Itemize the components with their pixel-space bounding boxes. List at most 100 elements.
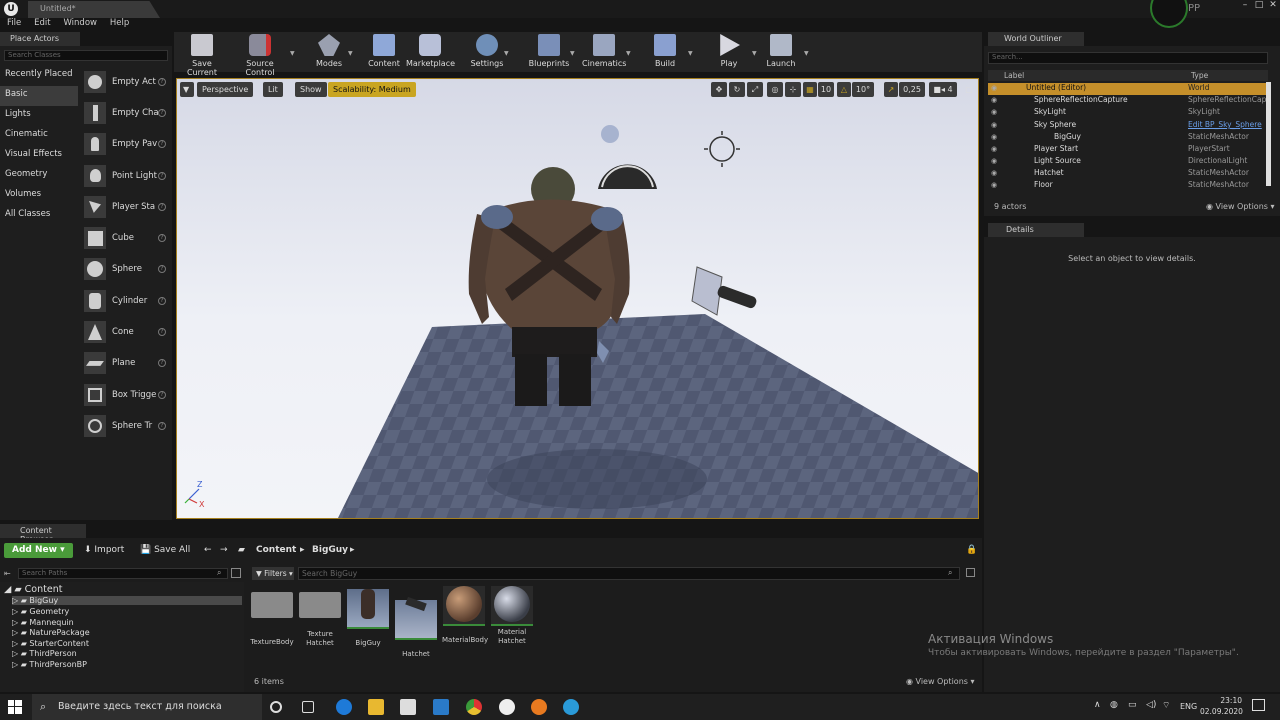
chevron-down-icon[interactable]: ▼ [804, 50, 809, 57]
menu-file[interactable]: File [7, 18, 21, 28]
help-icon[interactable]: ? [158, 171, 166, 180]
minimize-icon[interactable]: – [1238, 0, 1252, 10]
help-icon[interactable]: ? [158, 421, 166, 430]
rotation-snap-value[interactable]: 10° [852, 82, 874, 97]
show-button[interactable]: Show [295, 82, 327, 97]
actor-item[interactable]: Point Light? [80, 160, 172, 191]
tray-chevron-icon[interactable]: ∧ [1094, 700, 1101, 710]
modes-button[interactable]: Modes [310, 34, 348, 68]
eye-icon[interactable]: ◉ [991, 96, 997, 104]
outliner-row[interactable]: ◉ SphereReflectionCapture SphereReflection… [988, 95, 1266, 107]
play-button[interactable]: Play [712, 34, 746, 68]
search-paths-input[interactable]: Search Paths [18, 568, 228, 579]
build-button[interactable]: Build [648, 34, 682, 68]
close-icon[interactable]: ✕ [1266, 0, 1280, 10]
menu-help[interactable]: Help [110, 18, 129, 28]
col-type[interactable]: Type [1191, 71, 1208, 80]
grid-size[interactable]: 10 [818, 82, 834, 97]
tree-item[interactable]: ▷ ▰ ThirdPersonBP [12, 660, 87, 669]
import-button[interactable]: ⬇ Import [84, 545, 124, 555]
category-lights[interactable]: Lights [0, 106, 78, 126]
scale-snap-value[interactable]: 0,25 [899, 82, 925, 97]
help-icon[interactable]: ? [158, 77, 166, 86]
category-basic[interactable]: Basic [0, 86, 78, 106]
asset-tile[interactable]: Hatchet [394, 584, 438, 659]
rotate-icon[interactable]: ↻ [729, 82, 745, 97]
category-all-classes[interactable]: All Classes [0, 206, 78, 226]
chevron-down-icon[interactable]: ▼ [752, 50, 757, 57]
col-label[interactable]: Label [1004, 71, 1024, 80]
category-visual-effects[interactable]: Visual Effects [0, 146, 78, 166]
tree-item[interactable]: ▷ ▰ Mannequin [12, 618, 74, 627]
scale-icon[interactable]: ⤢ [747, 82, 763, 97]
clock[interactable]: 23:10 02.09.2020 [1200, 695, 1243, 717]
category-cinematic[interactable]: Cinematic [0, 126, 78, 146]
tree-item[interactable]: ▷ ▰ StarterContent [12, 639, 89, 648]
tree-root-content[interactable]: ◢ ▰ Content [4, 584, 62, 595]
category-geometry[interactable]: Geometry [0, 166, 78, 186]
task-view-icon[interactable] [302, 701, 314, 713]
translate-icon[interactable]: ✥ [711, 82, 727, 97]
content-browser-tab[interactable]: Content Browser [0, 524, 86, 544]
settings-button[interactable]: Settings [468, 34, 506, 68]
outliner-row[interactable]: ◉ Player Start PlayerStart [988, 144, 1266, 156]
edit-blueprint-link[interactable]: Edit BP_Sky_Sphere [1188, 120, 1262, 129]
back-arrow-icon[interactable]: ← [204, 545, 212, 555]
content-button[interactable]: Content [366, 34, 402, 68]
taskbar-search-input[interactable]: Введите здесь текст для поиска [32, 694, 262, 720]
chevron-down-icon[interactable]: ▼ [688, 50, 693, 57]
eye-icon[interactable]: ◉ [991, 145, 997, 153]
help-icon[interactable]: ? [158, 328, 166, 337]
asset-tile[interactable]: MaterialBody [442, 584, 488, 645]
windows-start-icon[interactable] [8, 700, 22, 714]
help-icon[interactable]: ? [158, 202, 166, 211]
asset-tile[interactable]: BigGuy [346, 584, 390, 648]
menu-edit[interactable]: Edit [34, 18, 50, 28]
actor-item[interactable]: Cylinder? [80, 285, 172, 316]
cortana-icon[interactable] [270, 701, 282, 713]
breadcrumb-bigguy[interactable]: BigGuy [312, 545, 348, 555]
edge-icon[interactable] [336, 699, 352, 715]
cinematics-button[interactable]: Cinematics [582, 34, 626, 68]
save-all-button[interactable]: 💾 Save All [140, 545, 190, 555]
volume-icon[interactable]: ◁) [1146, 700, 1156, 710]
actor-item[interactable]: Plane? [80, 348, 172, 379]
help-icon[interactable]: ? [158, 234, 166, 243]
outliner-scrollbar[interactable] [1266, 82, 1271, 186]
chevron-down-icon[interactable]: ▼ [290, 50, 295, 57]
help-icon[interactable]: ? [158, 359, 166, 368]
filters-button[interactable]: ▼ Filters ▾ [252, 567, 294, 580]
tree-item[interactable]: ▷ ▰ Geometry [12, 607, 69, 616]
launch-button[interactable]: Launch [764, 34, 798, 68]
collapse-tree-icon[interactable]: ⇤ [4, 569, 11, 578]
chevron-down-icon[interactable]: ▼ [570, 50, 575, 57]
actor-item[interactable]: Empty Cha? [80, 97, 172, 128]
eye-icon[interactable]: ◉ [991, 133, 997, 141]
blender-icon[interactable] [531, 699, 547, 715]
eye-icon[interactable]: ◉ [991, 181, 997, 189]
document-tab[interactable]: Untitled* [28, 1, 160, 18]
eye-icon[interactable]: ◉ [991, 84, 997, 92]
world-outliner-tab[interactable]: World Outliner [988, 32, 1084, 46]
chevron-down-icon[interactable]: ▼ [626, 50, 631, 57]
scalability-badge[interactable]: Scalability: Medium [328, 82, 416, 97]
language-indicator[interactable]: ENG [1180, 702, 1197, 711]
eye-icon[interactable]: ◉ [991, 157, 997, 165]
outliner-row[interactable]: ◉ Light Source DirectionalLight [988, 156, 1266, 168]
outliner-row[interactable]: ◉ Hatchet StaticMeshActor [988, 168, 1266, 180]
blueprints-button[interactable]: Blueprints [528, 34, 570, 68]
actor-item[interactable]: Cone? [80, 316, 172, 347]
source-control-button[interactable]: Source Control [232, 34, 288, 77]
asset-tile[interactable]: TextureBody [250, 584, 294, 647]
mail-icon[interactable] [433, 699, 449, 715]
outliner-row[interactable]: ◉ BigGuy StaticMeshActor [988, 132, 1266, 144]
help-icon[interactable]: ? [158, 296, 166, 305]
level-viewport[interactable]: Z X ▼ Perspective Lit Show Scalability: … [176, 78, 979, 519]
battery-icon[interactable]: ▭ [1128, 700, 1137, 710]
menu-window[interactable]: Window [63, 18, 97, 28]
rotation-snap-icon[interactable]: △ [837, 82, 851, 97]
asset-tile[interactable]: Texture Hatchet [298, 584, 342, 648]
outliner-row[interactable]: ◉ SkyLight SkyLight [988, 107, 1266, 119]
tree-item[interactable]: ▷ ▰ ThirdPerson [12, 649, 77, 658]
eye-icon[interactable]: ◉ [991, 169, 997, 177]
